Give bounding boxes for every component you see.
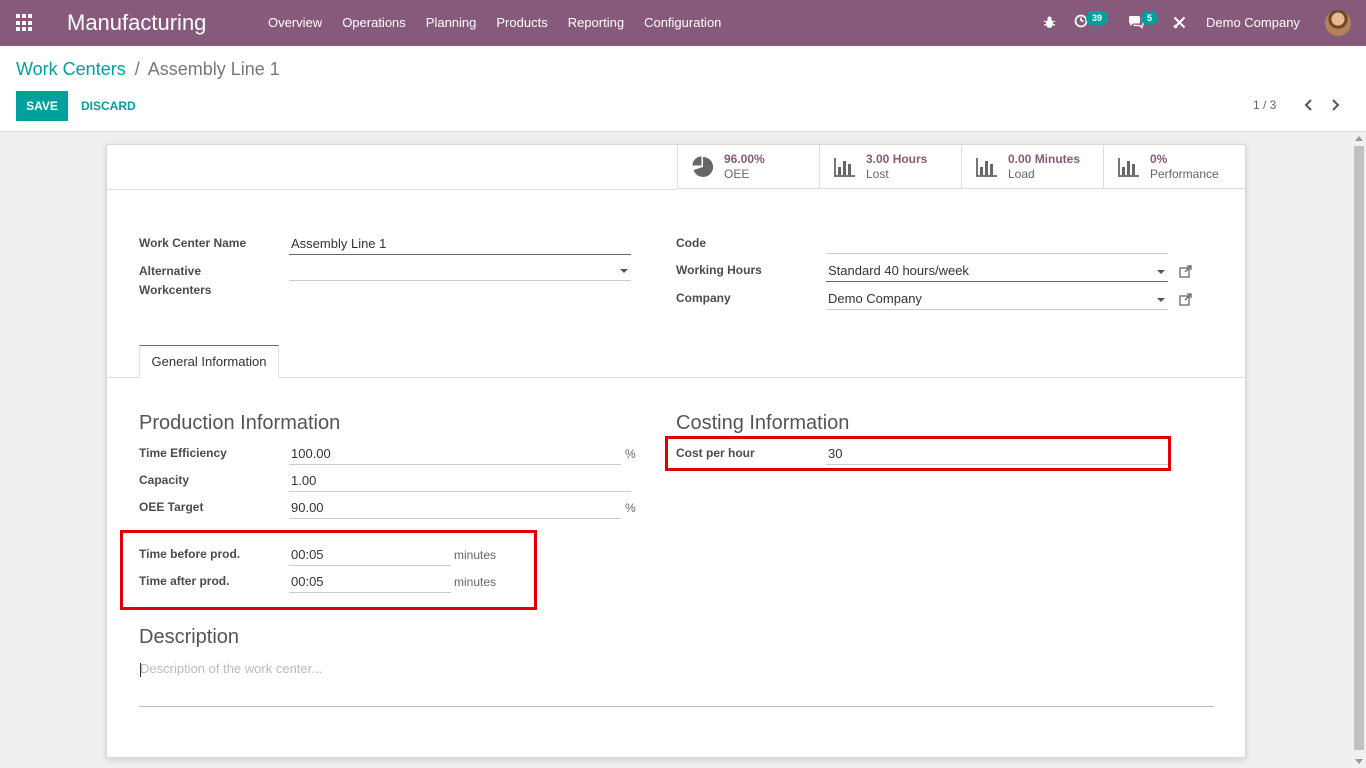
app-title: Manufacturing — [67, 10, 207, 35]
activity-button[interactable]: 39 — [1074, 11, 1109, 31]
working-hours-dropdown-caret-icon[interactable] — [1157, 270, 1165, 274]
work-center-name-value: Assembly Line 1 — [291, 236, 387, 251]
capacity-label: Capacity — [139, 473, 190, 487]
menu-item-reporting[interactable]: Reporting — [558, 0, 634, 46]
alternative-workcenters-field[interactable] — [289, 259, 631, 281]
messages-button[interactable]: 5 — [1128, 11, 1159, 32]
alternative-workcenters-label: Alternative Workcenters — [139, 264, 211, 302]
menu-item-configuration[interactable]: Configuration — [634, 0, 731, 46]
bar-chart-icon — [1118, 158, 1139, 177]
work-center-name-field[interactable]: Assembly Line 1 — [289, 233, 631, 255]
oee-target-value: 90.00 — [291, 500, 324, 515]
load-value: 0.00 Minutes — [1008, 152, 1081, 166]
lost-value: 3.00 Hours — [866, 152, 928, 166]
performance-label: Performance — [1150, 167, 1219, 181]
time-efficiency-field[interactable]: 100.00 — [289, 443, 621, 465]
company-label: Company — [676, 291, 731, 305]
pie-chart-icon — [692, 156, 714, 177]
scroll-up-arrow-icon[interactable] — [1355, 136, 1363, 141]
cost-highlight-box — [665, 436, 1171, 471]
alternative-label-line2: Workcenters — [139, 283, 212, 297]
menu-item-products[interactable]: Products — [486, 0, 557, 46]
button-box-divider — [107, 189, 677, 190]
load-stat-button[interactable]: 0.00 Minutes Load — [961, 145, 1103, 189]
bar-chart-icon — [834, 158, 855, 177]
code-label: Code — [676, 236, 706, 250]
description-underline — [139, 706, 1214, 707]
working-hours-field[interactable]: Standard 40 hours/week — [826, 260, 1168, 282]
work-center-name-label: Work Center Name — [139, 236, 247, 250]
save-button[interactable]: SAVE — [16, 91, 68, 121]
menu-item-operations[interactable]: Operations — [332, 0, 416, 46]
user-avatar[interactable] — [1325, 10, 1351, 36]
company-switcher[interactable]: Demo Company — [1206, 0, 1300, 46]
top-navbar: Manufacturing Overview Operations Planni… — [0, 0, 1366, 46]
lost-stat-button[interactable]: 3.00 Hours Lost — [819, 145, 961, 189]
alternative-dropdown-caret-icon[interactable] — [620, 269, 628, 273]
costing-information-title: Costing Information — [676, 412, 850, 434]
oee-value: 96.00% — [724, 152, 765, 166]
tools-icon[interactable] — [1173, 16, 1186, 29]
text-cursor — [140, 663, 141, 677]
breadcrumb-separator: / — [134, 59, 140, 79]
oee-label: OEE — [724, 167, 750, 181]
capacity-value: 1.00 — [291, 473, 317, 488]
scroll-down-arrow-icon[interactable] — [1355, 759, 1363, 764]
bar-chart-icon — [976, 158, 997, 177]
working-hours-label: Working Hours — [676, 263, 762, 277]
control-panel: Work Centers / Assembly Line 1 SAVE DISC… — [0, 46, 1366, 132]
menu-item-overview[interactable]: Overview — [258, 0, 332, 46]
time-efficiency-unit: % — [625, 447, 636, 461]
debug-bug-icon[interactable] — [1043, 15, 1056, 29]
scrollbar-thumb[interactable] — [1354, 146, 1364, 750]
capacity-field[interactable]: 1.00 — [289, 470, 631, 492]
apps-menu-icon[interactable] — [16, 14, 34, 32]
oee-target-field[interactable]: 90.00 — [289, 497, 621, 519]
form-sheet: 96.00% OEE 3.00 Hours Lost 0.00 Minutes … — [106, 144, 1246, 758]
oee-stat-button[interactable]: 96.00% OEE — [677, 145, 819, 189]
production-information-title: Production Information — [139, 412, 341, 434]
time-fields-highlight-box — [120, 530, 537, 610]
discard-button[interactable]: DISCARD — [81, 91, 136, 121]
company-external-link-icon[interactable] — [1179, 293, 1192, 306]
breadcrumb: Work Centers / Assembly Line 1 — [16, 59, 280, 80]
breadcrumb-work-centers[interactable]: Work Centers — [16, 59, 126, 79]
time-efficiency-label: Time Efficiency — [139, 446, 227, 460]
description-title: Description — [139, 626, 240, 648]
smart-button-box: 96.00% OEE 3.00 Hours Lost 0.00 Minutes … — [677, 145, 1246, 189]
main-menu: Overview Operations Planning Products Re… — [258, 0, 731, 46]
company-value: Demo Company — [828, 291, 922, 306]
oee-target-unit: % — [625, 501, 636, 515]
performance-stat-button[interactable]: 0% Performance — [1103, 145, 1245, 189]
alternative-label-line1: Alternative — [139, 264, 202, 278]
breadcrumb-current: Assembly Line 1 — [147, 59, 280, 79]
working-hours-value: Standard 40 hours/week — [828, 263, 969, 278]
activity-count-badge: 39 — [1086, 11, 1109, 25]
company-dropdown-caret-icon[interactable] — [1157, 298, 1165, 302]
company-field[interactable]: Demo Company — [826, 288, 1168, 310]
pager-next-icon[interactable] — [1330, 97, 1342, 113]
pager-value[interactable]: 1 / 3 — [1253, 98, 1276, 112]
pager-previous-icon[interactable] — [1302, 97, 1314, 113]
message-count-badge: 5 — [1141, 11, 1159, 25]
page-scrollbar[interactable] — [1352, 132, 1366, 768]
oee-target-label: OEE Target — [139, 500, 204, 514]
menu-item-planning[interactable]: Planning — [416, 0, 487, 46]
lost-label: Lost — [866, 167, 889, 181]
load-label: Load — [1008, 167, 1035, 181]
working-hours-external-link-icon[interactable] — [1179, 265, 1192, 278]
description-input[interactable]: Description of the work center... — [140, 661, 322, 676]
time-efficiency-value: 100.00 — [291, 446, 331, 461]
tab-general-information[interactable]: General Information — [139, 345, 279, 378]
code-field[interactable] — [826, 232, 1168, 254]
performance-value: 0% — [1150, 152, 1168, 166]
